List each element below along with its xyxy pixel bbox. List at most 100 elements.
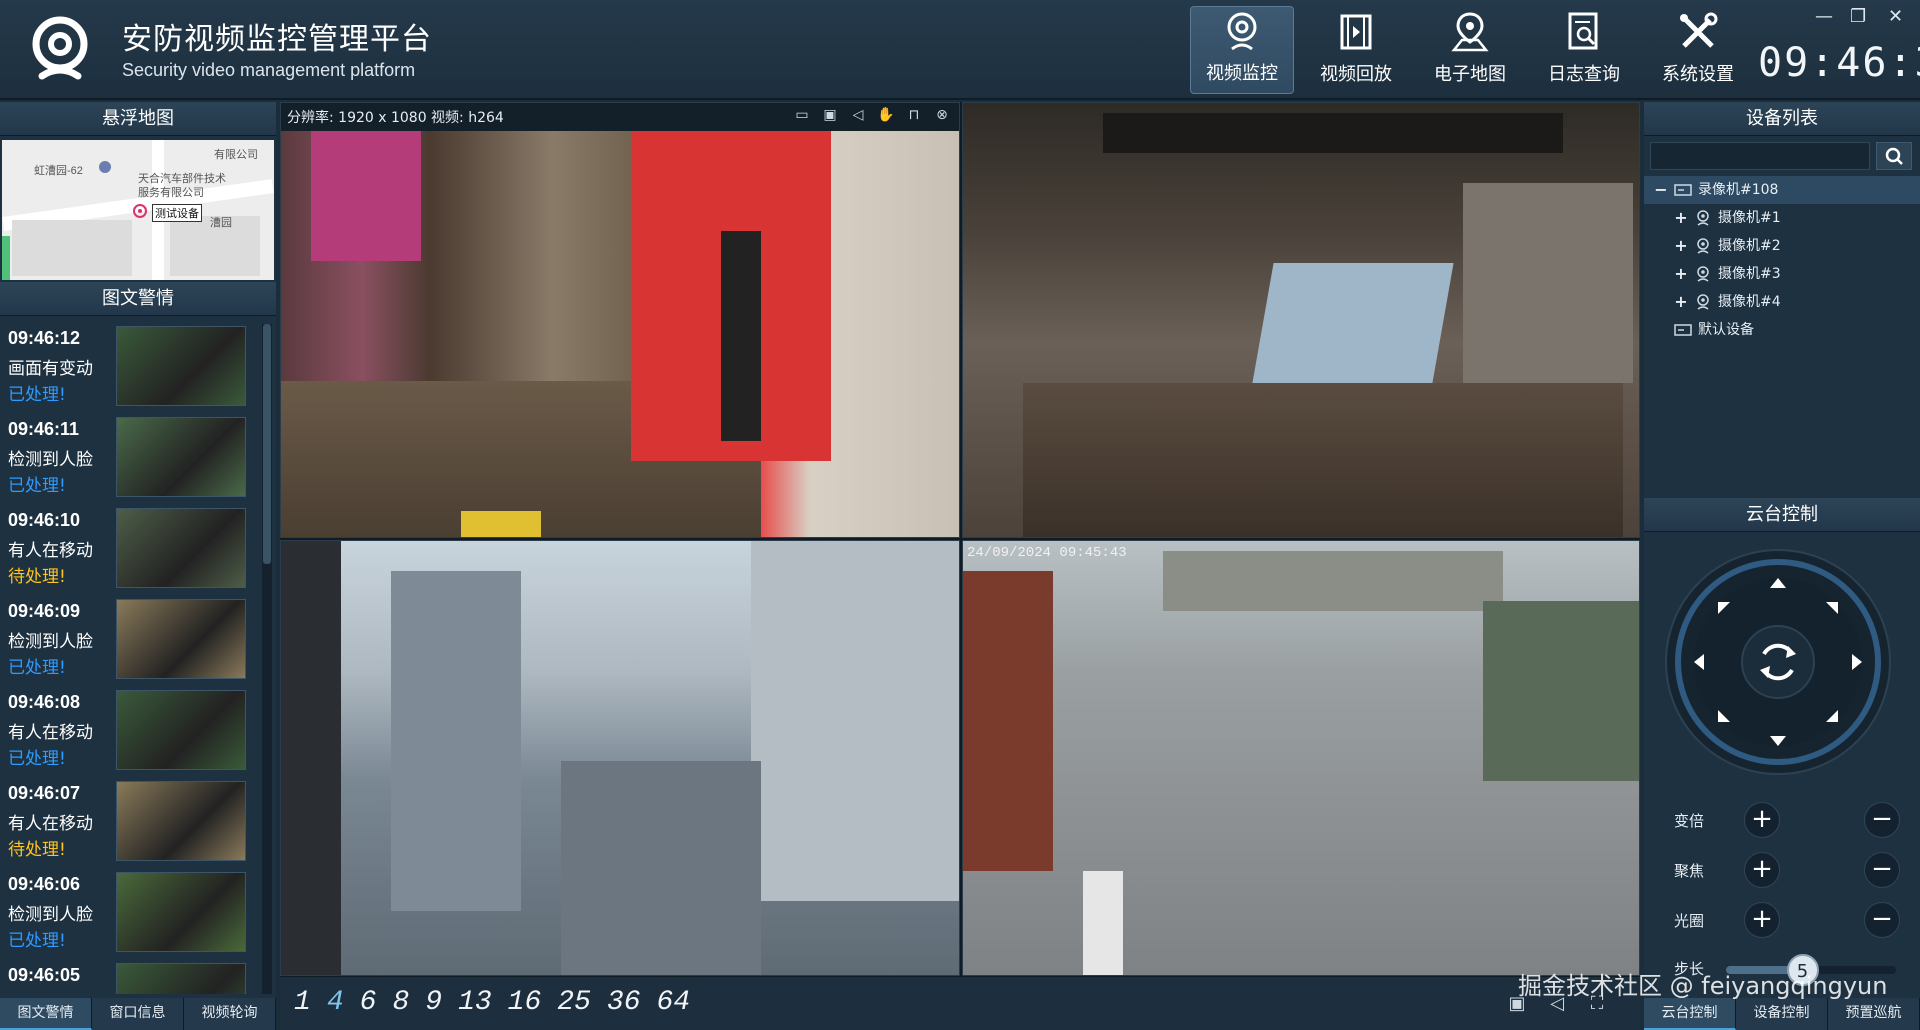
alarm-icon[interactable]: ⊓ (903, 107, 925, 127)
tree-node-camera[interactable]: + 摄像机#3 (1644, 260, 1920, 288)
ptz-direction-pad[interactable] (1658, 542, 1898, 782)
alert-description: 检测到人脸 (8, 905, 93, 925)
alert-description: 检测到人脸 (8, 450, 93, 470)
ptz-focus-row: 聚焦 + − (1644, 850, 1920, 890)
nav-video-playback[interactable]: 视频回放 (1304, 6, 1408, 94)
alert-item[interactable]: 09:46:06 检测到人脸已处理! (8, 870, 276, 961)
video-feed-mall (281, 131, 959, 537)
focus-plus-button[interactable]: + (1744, 852, 1780, 888)
restore-icon[interactable]: ❐ (1850, 6, 1866, 27)
layout-4[interactable]: 4 (327, 987, 344, 1018)
app-subtitle: Security video management platform (122, 60, 416, 80)
right-tabs: 云台控制 设备控制 预置巡航 (1644, 998, 1920, 1030)
alert-status: 已处理! (8, 931, 66, 951)
nav-system-settings[interactable]: 系统设置 (1646, 6, 1750, 94)
nav-e-map[interactable]: 电子地图 (1418, 6, 1522, 94)
left-panel: 悬浮地图 虹漕园-62 天合汽车部件技术 服务有限公司 测试设备 漕园 有限公司… (0, 102, 276, 1030)
video-cell-3[interactable] (280, 540, 960, 976)
alert-time: 09:46:06 (8, 874, 81, 894)
nav-video-monitor[interactable]: 视频监控 (1190, 6, 1294, 94)
expand-icon[interactable]: + (1674, 204, 1688, 232)
tab-preset-cruise[interactable]: 预置巡航 (1828, 998, 1920, 1030)
video-cell-4[interactable]: 24/09/2024 09:45:43 (962, 540, 1640, 976)
alert-time: 09:46:12 (8, 328, 81, 348)
mute-icon[interactable]: ◁ (847, 107, 869, 127)
map-marker-icon[interactable] (132, 204, 148, 222)
scene-tower-left (391, 571, 521, 911)
alert-snapshot[interactable] (116, 781, 246, 861)
scrollbar-thumb[interactable] (263, 324, 271, 564)
layout-9[interactable]: 9 (425, 987, 442, 1018)
video-feed-bar (963, 103, 1639, 537)
layout-6[interactable]: 6 (360, 987, 377, 1018)
tab-device-control[interactable]: 设备控制 (1736, 998, 1828, 1030)
layout-25[interactable]: 25 (557, 987, 591, 1018)
map-poi-icon (99, 161, 111, 173)
alert-snapshot[interactable] (116, 599, 246, 679)
layout-16[interactable]: 16 (508, 987, 542, 1018)
layout-8[interactable]: 8 (392, 987, 409, 1018)
device-search-input[interactable] (1650, 142, 1870, 170)
iris-plus-button[interactable]: + (1744, 902, 1780, 938)
alert-item[interactable]: 09:46:09 检测到人脸 已处理! (8, 597, 276, 688)
expand-icon[interactable]: + (1674, 232, 1688, 260)
alert-item[interactable]: 09:46:10 有人在移动 待处理! (8, 506, 276, 597)
minimize-icon[interactable]: — (1815, 6, 1833, 27)
alert-time: 09:46:10 (8, 510, 81, 530)
alert-snapshot[interactable] (116, 508, 246, 588)
alert-item[interactable]: 09:46:05 (8, 961, 276, 994)
scene-sign (461, 511, 541, 537)
tree-node-camera[interactable]: + 摄像机#4 (1644, 288, 1920, 316)
camera-icon (1694, 265, 1712, 283)
video-info-text: 分辨率: 1920 x 1080 视频: h264 (287, 110, 504, 126)
search-button[interactable] (1876, 142, 1912, 170)
tab-alerts[interactable]: 图文警情 (0, 998, 92, 1030)
alert-snapshot[interactable] (116, 690, 246, 770)
alert-snapshot[interactable] (116, 872, 246, 952)
floating-map[interactable]: 虹漕园-62 天合汽车部件技术 服务有限公司 测试设备 漕园 有限公司 (2, 140, 274, 280)
alert-snapshot[interactable] (116, 417, 246, 497)
collapse-icon[interactable]: − (1654, 176, 1668, 204)
snapshot-icon[interactable]: ▣ (819, 107, 841, 127)
video-cell-2[interactable] (962, 102, 1640, 538)
tree-node-recorder[interactable]: − 录像机#108 (1644, 176, 1920, 204)
alert-item[interactable]: 09:46:08 有人在移动 已处理! (8, 688, 276, 779)
app-window: 安防视频监控管理平台 Security video management pla… (0, 0, 1920, 1030)
map-label: 服务有限公司 (138, 187, 204, 199)
zoom-out-button[interactable]: − (1864, 802, 1900, 838)
tree-node-recorder[interactable]: 默认设备 (1644, 316, 1920, 344)
alert-description: 画面有变动 (8, 359, 93, 379)
stream-switch-icon[interactable]: ▭ (791, 107, 813, 127)
focus-minus-button[interactable]: − (1864, 852, 1900, 888)
tab-ptz-control[interactable]: 云台控制 (1644, 998, 1736, 1030)
alert-snapshot[interactable] (116, 963, 246, 994)
iris-minus-button[interactable]: − (1864, 902, 1900, 938)
close-icon[interactable]: ✕ (1888, 6, 1903, 27)
alert-scrollbar[interactable] (262, 324, 272, 994)
tree-node-camera[interactable]: + 摄像机#2 (1644, 232, 1920, 260)
layout-64[interactable]: 64 (657, 987, 691, 1018)
alert-snapshot[interactable] (116, 326, 246, 406)
alert-time: 09:46:09 (8, 601, 81, 621)
nav-log-query[interactable]: 日志查询 (1532, 6, 1636, 94)
ptz-hand-icon[interactable]: ✋ (875, 107, 897, 127)
alert-item[interactable]: 09:46:11 检测到人脸 已处理! (8, 415, 276, 506)
alert-item[interactable]: 09:46:07 有人在移动 待处理! (8, 779, 276, 870)
zoom-in-button[interactable]: + (1744, 802, 1780, 838)
layout-1[interactable]: 1 (294, 987, 311, 1018)
video-cell-1[interactable]: 分辨率: 1920 x 1080 视频: h264 ▭ ▣ ◁ ✋ ⊓ ⊗ (280, 102, 960, 538)
layout-13[interactable]: 13 (458, 987, 492, 1018)
close-video-icon[interactable]: ⊗ (931, 107, 953, 127)
header-bar: 安防视频监控管理平台 Security video management pla… (0, 0, 1920, 100)
layout-36[interactable]: 36 (607, 987, 641, 1018)
tab-window-info[interactable]: 窗口信息 (92, 998, 184, 1030)
expand-icon[interactable]: + (1674, 288, 1688, 316)
map-device-label[interactable]: 测试设备 (152, 204, 202, 222)
tab-video-poll[interactable]: 视频轮询 (184, 998, 276, 1030)
expand-icon[interactable]: + (1674, 260, 1688, 288)
tree-node-camera[interactable]: + 摄像机#1 (1644, 204, 1920, 232)
scene-windows (1463, 183, 1633, 383)
right-panel: 设备列表 − 录像机#108 + 摄像机#1 + 摄像机#2 + 摄像机#3 + 摄像机#4 默认设… (1644, 102, 1920, 1030)
alert-item[interactable]: 09:46:12 画面有变动 已处理! (8, 324, 276, 415)
alert-status: 已处理! (8, 749, 66, 769)
